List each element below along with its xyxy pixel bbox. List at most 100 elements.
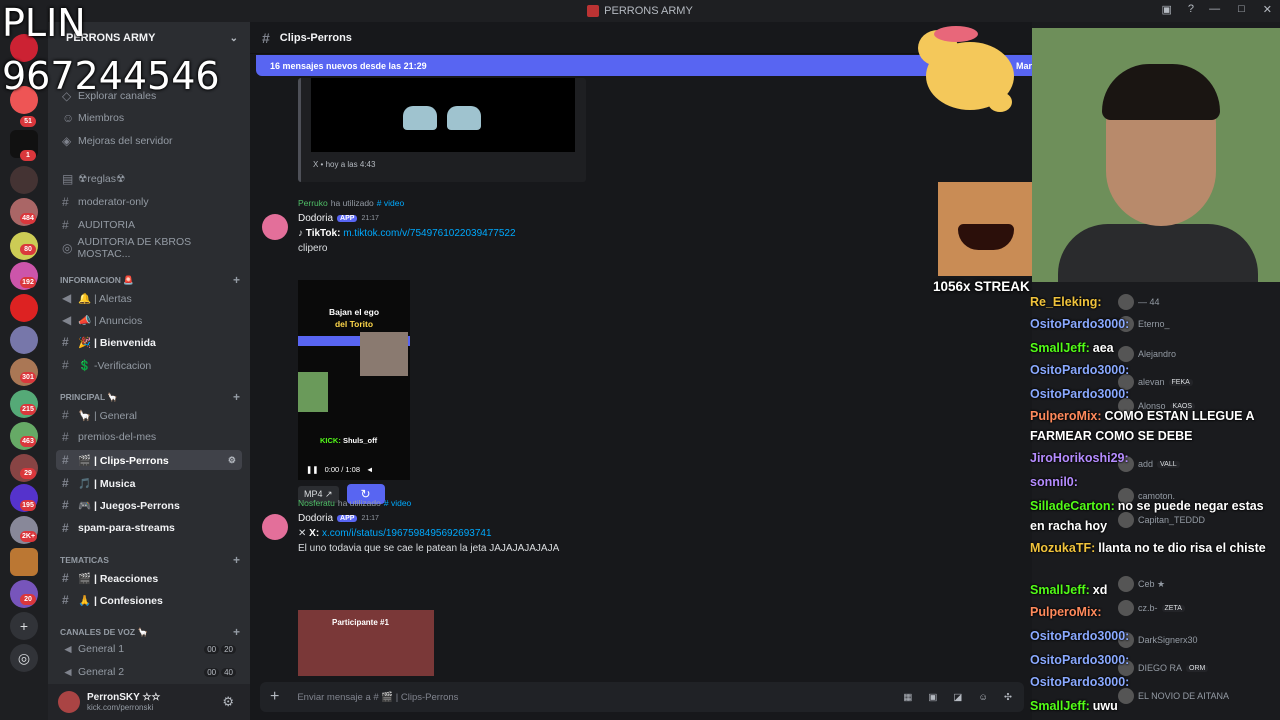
category-principal[interactable]: PRINCIPAL 🦙 + [60,390,240,404]
message-link-line: ✕ X: x.com/i/status/1967598495692693741 [298,528,492,539]
server-icon[interactable] [10,166,38,194]
avatar[interactable] [262,214,288,240]
channel-confesiones[interactable]: # 🙏 | Confesiones [56,590,242,610]
channel-musica[interactable]: # 🎵 | Musica [56,473,242,493]
volume-icon[interactable]: ◄ [366,465,373,474]
author-name[interactable]: Dodoria [298,213,333,224]
category-tematicas[interactable]: TEMATICAS + [60,553,240,567]
add-server-icon[interactable]: + [10,612,38,640]
hash-icon: # [62,335,69,349]
message-input[interactable]: + Enviar mensaje a # 🎬 | Clips-Perrons ▦… [260,682,1024,712]
video-time: 0:00 / 1:08 [324,464,361,474]
pause-icon[interactable]: ❚❚ [306,465,319,474]
channel-clips-perrons[interactable]: # 🎬 | Clips-Perrons ⚙ [56,450,242,470]
video-label: Participante #1 [332,618,389,627]
hash-icon: # [62,498,69,512]
server-icon [587,5,600,17]
chat-text: aea [1092,341,1114,355]
chat-line: SmallJeff: aea [1030,338,1276,358]
channel-spam[interactable]: # spam-para-streams [56,518,242,538]
channel-alertas[interactable]: ◀ 🔔 | Alertas [56,288,242,308]
unread-badge: 215 [20,404,36,415]
video-player[interactable]: Bajan el ego del Torito KICK: Shuls_off ❚… [298,280,410,480]
settings-icon[interactable]: ⚙ [228,455,236,466]
channel-anuncios[interactable]: ◀ 📣 | Anuncios [56,310,242,330]
plus-icon[interactable]: + [233,553,240,567]
video-thumbnail[interactable]: Participante #1 [298,610,434,676]
plus-icon[interactable]: + [233,273,240,287]
inbox-icon[interactable]: ▣ [1161,3,1171,16]
count-limit: 20 [221,644,236,654]
megaphone-icon: ◀ [62,291,72,305]
channel-general[interactable]: # 🦙 | General [56,405,242,425]
plus-icon[interactable]: + [233,625,240,639]
item-label: Mejoras del servidor [78,135,173,147]
server-boosts[interactable]: ◈ Mejoras del servidor [56,131,242,151]
kick-label: KICK: Shuls_off [320,436,377,445]
channel-juegos[interactable]: # 🎮 | Juegos-Perrons [56,495,242,515]
gif-icon[interactable]: ▣ [928,692,937,703]
avatar[interactable] [262,514,288,540]
unread-badge: 80 [20,244,36,255]
command-link[interactable]: # video [377,198,404,208]
members-item[interactable]: ☺ Miembros [56,108,242,128]
user-panel: PerronSKY ☆☆ kick.com/perronski ⚙ [48,684,250,720]
minimize-icon[interactable]: — [1209,3,1220,16]
category-voz[interactable]: CANALES DE VOZ 🦙 + [60,625,240,639]
message-link[interactable]: m.tiktok.com/v/7549761022039477522 [343,228,515,239]
server-icon[interactable] [10,294,38,322]
avatar[interactable] [58,691,80,713]
apps-icon[interactable]: ✣ [1004,692,1012,703]
channel-auditoria-kbros[interactable]: ◎ AUDITORIA DE KBROS MOSTAC... [56,236,242,260]
count-current: 00 [204,644,220,654]
message-header: Dodoria APP 21:17 [298,513,379,524]
channel-moderator-only[interactable]: # moderator-only [56,192,242,212]
category-informacion[interactable]: INFORMACION 🚨 + [60,273,240,287]
title-bar: PERRONS ARMY ▣ ? — □ ✕ [0,0,1280,22]
category-label: PRINCIPAL 🦙 [60,391,118,402]
chat-username: OsitoPardo3000: [1030,317,1130,331]
unread-badge: 484 [20,213,36,224]
channel-label: 🙏 | Confesiones [78,594,163,607]
chat-line: SmallJeff: xd [1030,580,1276,600]
webcam-hair [1102,64,1220,120]
chat-username: MozukaTF: [1030,541,1096,555]
sticker-icon[interactable]: ◪ [953,692,962,703]
voice-general-2[interactable]: ◄ General 2 00 40 [56,662,242,682]
server-icon[interactable] [10,326,38,354]
chat-username: sonnil0: [1030,475,1078,489]
system-user[interactable]: Perruko [298,198,328,208]
gift-icon[interactable]: ▦ [903,692,912,703]
message-link-line: ♪ TikTok: m.tiktok.com/v/754976102203947… [298,228,516,239]
emoji-icon[interactable]: ☺ [978,692,988,703]
command-link[interactable]: # video [384,498,411,508]
plus-icon[interactable]: + [270,688,279,706]
hash-icon: # [62,218,69,232]
category-label: TEMATICAS [60,555,109,565]
voice-general-1[interactable]: ◄ General 1 00 20 [56,639,242,659]
message-link[interactable]: x.com/i/status/1967598495692693741 [322,528,492,539]
help-icon[interactable]: ? [1188,3,1194,16]
chat-line: OsitoPardo3000: [1030,650,1276,670]
author-name[interactable]: Dodoria [298,513,333,524]
maximize-icon[interactable]: □ [1238,3,1245,16]
channel-premios[interactable]: # premios-del-mes [56,427,242,447]
item-label: Miembros [78,112,125,124]
channel-reacciones[interactable]: # 🎬 | Reacciones [56,568,242,588]
kick-prefix: KICK: [320,436,341,445]
chat-text: uwu [1092,699,1118,713]
gear-icon[interactable]: ⚙ [222,694,234,710]
channel-verificacion[interactable]: # 💲 -Verificacion [56,355,242,375]
channel-bienvenida[interactable]: # 🎉 | Bienvenida [56,332,242,352]
channel-auditoria[interactable]: # AUDITORIA [56,215,242,235]
boost-icon: ◈ [62,134,72,148]
system-user[interactable]: Nosferatu [298,498,335,508]
explore-icon[interactable]: ◎ [10,644,38,672]
plus-icon[interactable]: + [233,390,240,404]
meme-image [938,182,1032,276]
embed-image[interactable] [311,78,575,152]
chat-line: MozukaTF: llanta no te dio risa el chiste [1030,538,1276,558]
server-icon[interactable] [10,548,38,576]
close-icon[interactable]: ✕ [1263,3,1272,16]
channel-reglas[interactable]: ▤ ☢reglas☢ [56,169,242,189]
